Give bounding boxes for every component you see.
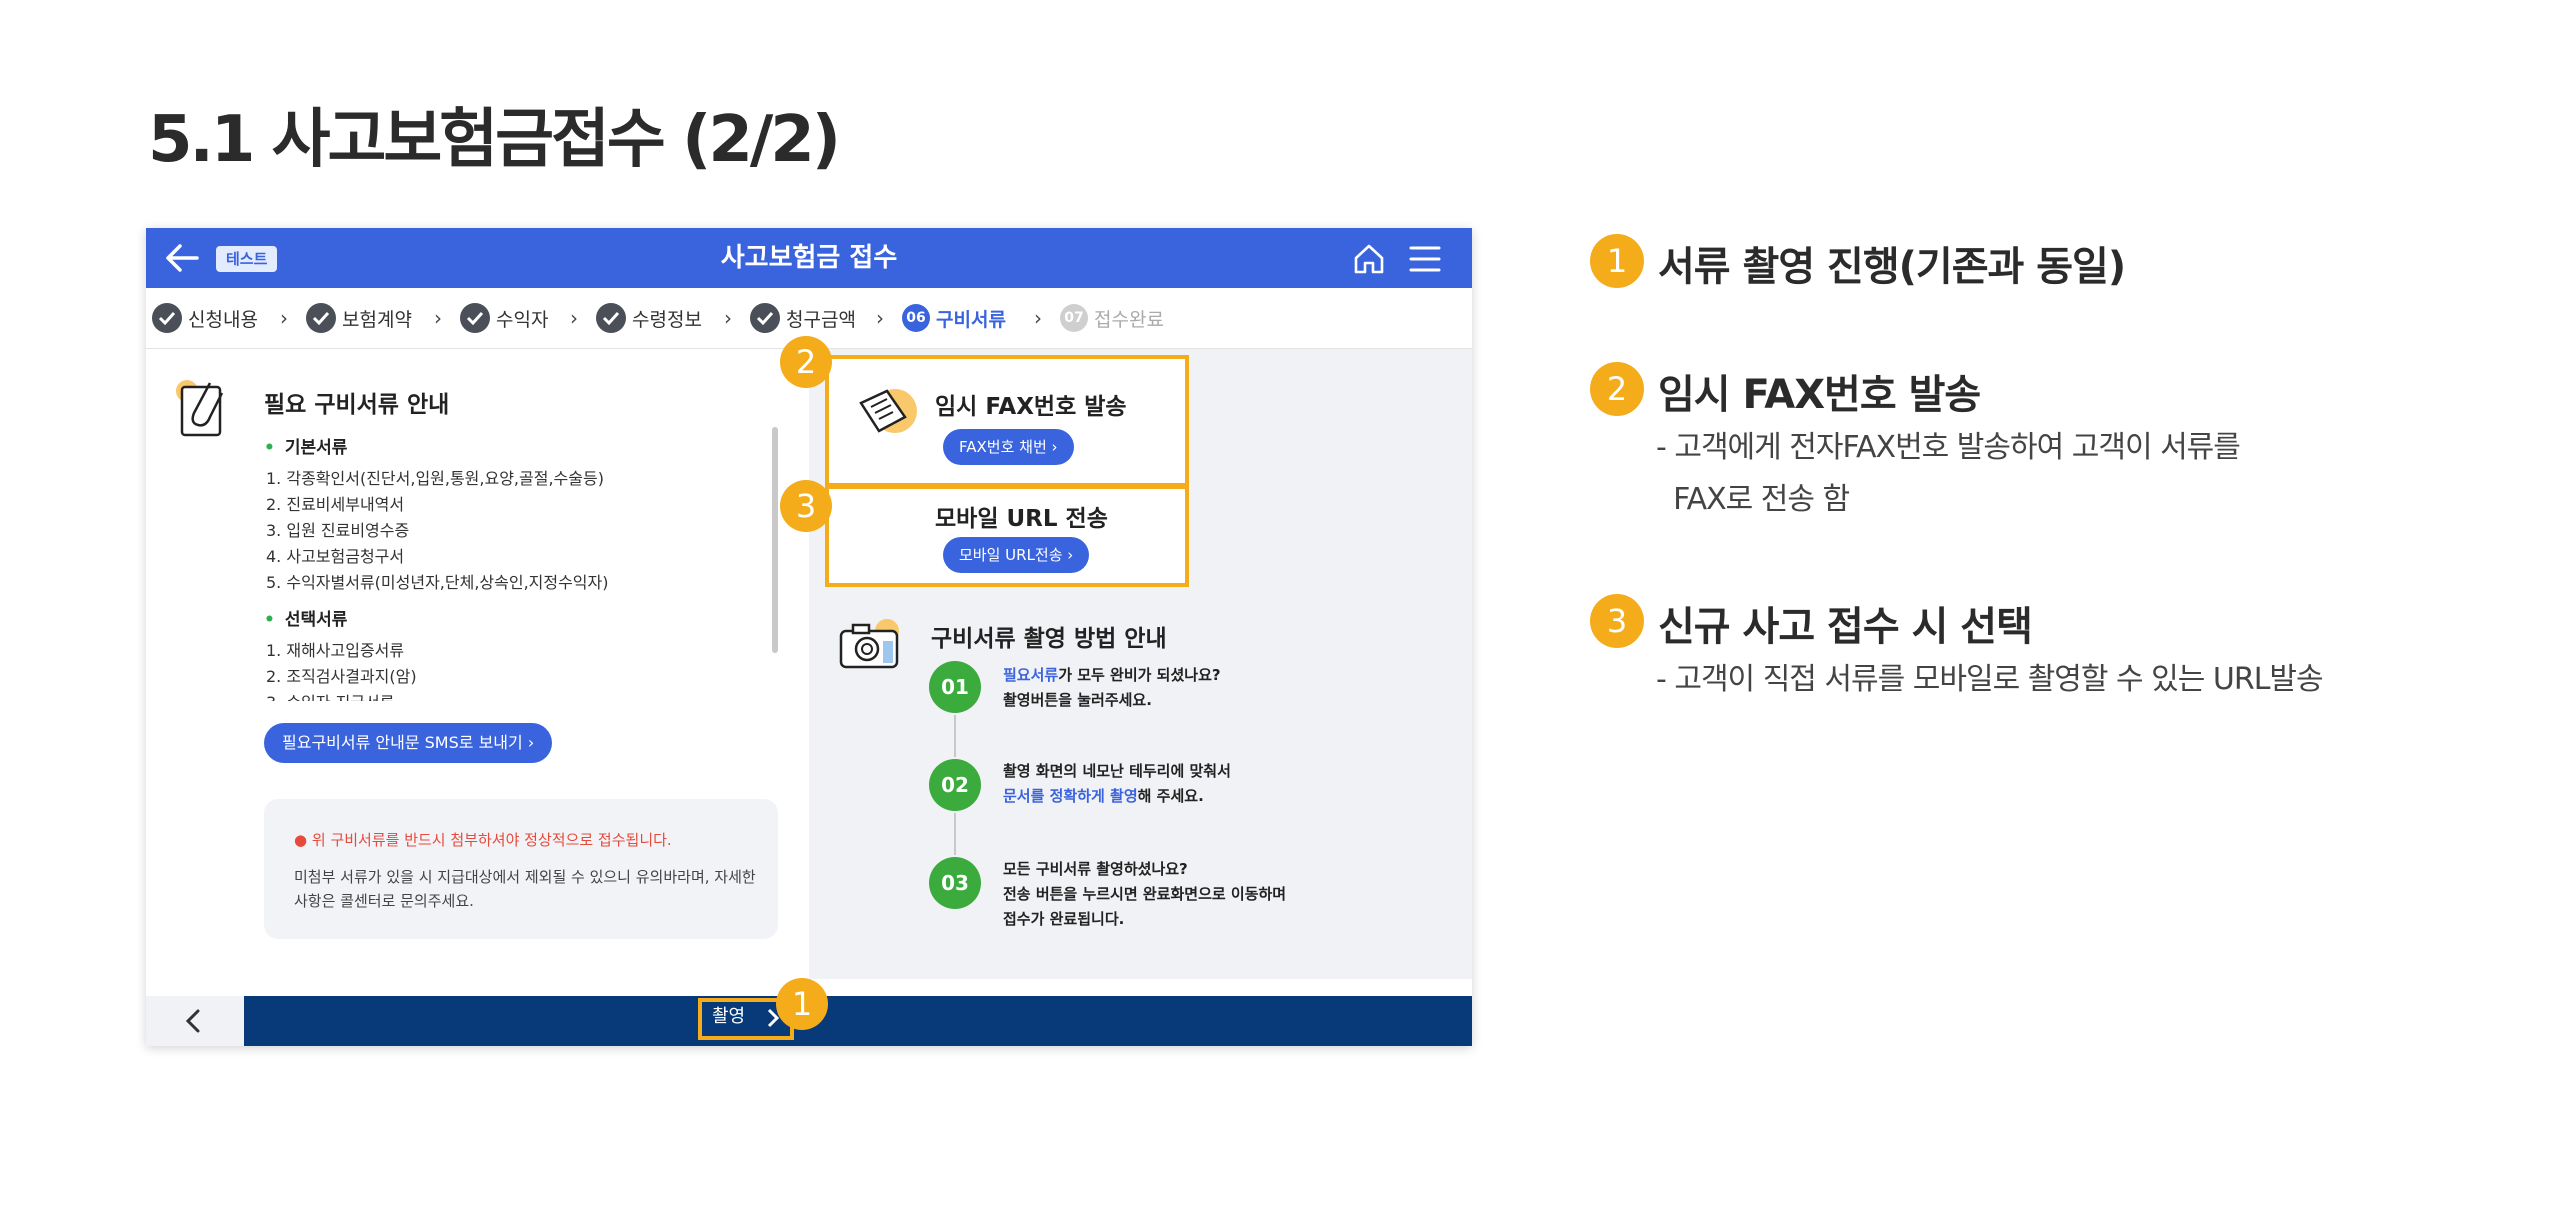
chevron-right-icon: › bbox=[876, 306, 884, 330]
check-circle-icon bbox=[152, 303, 182, 333]
check-circle-icon bbox=[750, 303, 780, 333]
explanation-title: 신규 사고 접수 시 선택 bbox=[1658, 604, 2033, 650]
check-circle-icon bbox=[596, 303, 626, 333]
step-label: 접수완료 bbox=[1094, 308, 1164, 331]
explanation-badge: 1 bbox=[1590, 234, 1644, 288]
explanation-badge: 3 bbox=[1590, 594, 1644, 648]
notice-warning: ● 위 구비서류를 반드시 첨부하셔야 정상적으로 접수됩니다. bbox=[294, 831, 672, 849]
guide-connector bbox=[954, 813, 956, 855]
fax-number-button[interactable]: FAX번호 채번 › bbox=[943, 429, 1074, 465]
basic-doc-item: 3. 입원 진료비영수증 bbox=[266, 521, 410, 540]
basic-docs-heading: • 기본서류 bbox=[264, 438, 348, 458]
guide-step-text: 필요서류가 모두 완비가 되셨나요? 촬영버튼을 눌러주세요. bbox=[1003, 666, 1221, 709]
optional-doc-item: 3. 수익자 지급서류 bbox=[266, 689, 394, 701]
explanation-badge: 2 bbox=[1590, 362, 1644, 416]
step-item: 수익자 bbox=[460, 302, 548, 334]
basic-doc-item: 4. 사고보험금청구서 bbox=[266, 547, 405, 566]
guide-step-text: 모든 구비서류 촬영하셨나요? 전송 버튼을 누르시면 완료화면으로 이동하며 … bbox=[1003, 860, 1287, 928]
optional-docs-heading: • 선택서류 bbox=[264, 610, 348, 630]
step-item: 청구금액 bbox=[750, 302, 856, 334]
app-title: 사고보험금 접수 bbox=[720, 243, 898, 273]
step-number: 06 bbox=[902, 304, 930, 332]
scrollbar[interactable] bbox=[772, 427, 778, 653]
chevron-left-icon bbox=[182, 1008, 206, 1034]
test-badge: 테스트 bbox=[216, 246, 278, 272]
prev-button[interactable] bbox=[146, 996, 244, 1046]
explanation-desc: - 고객이 직접 서류를 모바일로 촬영할 수 있는 URL발송 bbox=[1656, 662, 2324, 697]
explanation-title: 서류 촬영 진행(기존과 동일) bbox=[1658, 244, 2126, 290]
chevron-right-icon: › bbox=[280, 306, 288, 330]
step-label: 수익자 bbox=[496, 308, 549, 331]
step-item-pending: 07 접수완료 bbox=[1060, 302, 1164, 334]
required-docs-panel: 필요 구비서류 안내 • 기본서류 1. 각종확인서(진단서,입원,통원,요양,골… bbox=[146, 349, 808, 995]
mobile-url-title: 모바일 URL 전송 bbox=[935, 506, 1108, 532]
warning-icon: ● bbox=[294, 831, 308, 849]
app-header: 사고보험금 접수 테스트 bbox=[146, 228, 1472, 288]
mobile-url-section: 모바일 URL 전송 모바일 URL전송 › bbox=[825, 485, 1189, 587]
explanation-desc: - 고객에게 전자FAX번호 발송하여 고객이 서류를 bbox=[1656, 430, 2241, 465]
basic-doc-item: 1. 각종확인서(진단서,입원,통원,요양,골절,수술등) bbox=[266, 469, 604, 488]
optional-doc-item: 1. 재해사고입증서류 bbox=[266, 641, 405, 660]
callout-badge: 3 bbox=[780, 480, 832, 532]
step-label: 청구금액 bbox=[786, 308, 856, 331]
step-label: 보험계약 bbox=[342, 308, 412, 331]
step-item-current: 06 구비서류 bbox=[902, 302, 1006, 334]
chevron-right-icon: › bbox=[724, 306, 732, 330]
chevron-right-icon: › bbox=[434, 306, 442, 330]
explanation-title: 임시 FAX번호 발송 bbox=[1658, 372, 1981, 418]
home-icon[interactable] bbox=[1352, 242, 1386, 276]
callout-badge: 1 bbox=[776, 978, 828, 1030]
guide-step-text: 촬영 화면의 네모난 테두리에 맞춰서 문서를 정확하게 촬영해 주세요. bbox=[1003, 762, 1231, 805]
fax-title: 임시 FAX번호 발송 bbox=[935, 394, 1127, 420]
bottom-action-bar bbox=[244, 996, 1472, 1046]
check-circle-icon bbox=[460, 303, 490, 333]
step-item: 보험계약 bbox=[306, 302, 412, 334]
optional-doc-item: 2. 조직검사결과지(암) bbox=[266, 667, 417, 686]
step-label: 수령정보 bbox=[632, 308, 702, 331]
basic-doc-item: 2. 진료비세부내역서 bbox=[266, 495, 405, 514]
camera-icon bbox=[837, 617, 901, 673]
slide-title: 5.1 사고보험금접수 (2/2) bbox=[148, 103, 841, 177]
fax-document-icon bbox=[853, 381, 917, 445]
step-item: 수령정보 bbox=[596, 302, 702, 334]
step-item: 신청내용 bbox=[152, 302, 258, 334]
step-label: 신청내용 bbox=[188, 308, 258, 331]
hamburger-menu-icon[interactable] bbox=[1408, 244, 1442, 274]
guide-title: 구비서류 촬영 방법 안내 bbox=[931, 626, 1167, 652]
document-clip-icon bbox=[174, 379, 232, 441]
guide-step-number: 02 bbox=[929, 759, 981, 811]
basic-doc-item: 5. 수익자별서류(미성년자,단체,상속인,지정수익자) bbox=[266, 573, 609, 592]
guide-step-number: 03 bbox=[929, 857, 981, 909]
upload-options-panel: 임시 FAX번호 발송 FAX번호 채번 › 모바일 URL 전송 모바일 UR… bbox=[809, 349, 1472, 979]
step-label: 구비서류 bbox=[936, 308, 1006, 331]
fax-section: 임시 FAX번호 발송 FAX번호 채번 › bbox=[825, 355, 1189, 487]
explanation-desc: FAX로 전송 함 bbox=[1656, 482, 1850, 517]
shoot-button-label: 촬영 bbox=[712, 1006, 746, 1027]
guide-step-number: 01 bbox=[929, 661, 981, 713]
mobile-url-button[interactable]: 모바일 URL전송 › bbox=[943, 537, 1090, 573]
chevron-right-icon: › bbox=[1034, 306, 1042, 330]
step-number: 07 bbox=[1060, 304, 1088, 332]
send-sms-button[interactable]: 필요구비서류 안내문 SMS로 보내기 › bbox=[264, 723, 553, 763]
guide-connector bbox=[954, 715, 956, 757]
notice-body: 미첨부 서류가 있을 시 지급대상에서 제외될 수 있으니 유의바라며, 자세한… bbox=[294, 868, 756, 910]
back-arrow-icon[interactable] bbox=[164, 242, 200, 274]
required-docs-title: 필요 구비서류 안내 bbox=[264, 392, 450, 418]
chevron-right-icon: › bbox=[570, 306, 578, 330]
notice-box: ● 위 구비서류를 반드시 첨부하셔야 정상적으로 접수됩니다. 미첨부 서류가… bbox=[264, 799, 778, 939]
callout-badge: 2 bbox=[780, 336, 832, 388]
check-circle-icon bbox=[306, 303, 336, 333]
